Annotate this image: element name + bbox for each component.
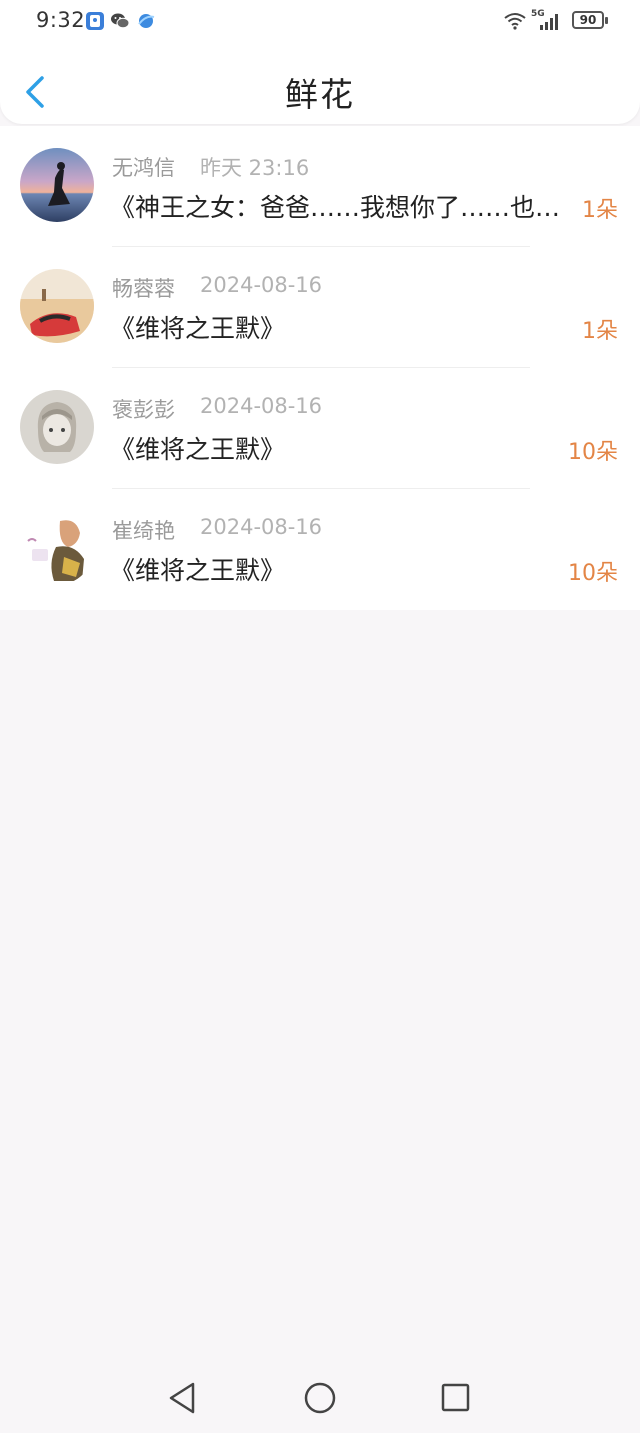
sender-name: 崔绮艳 <box>112 519 175 543</box>
avatar[interactable] <box>20 148 94 222</box>
book-title: 《神王之女：爸爸……我想你了……也想… <box>110 193 570 222</box>
book-title: 《维将之王默》 <box>110 435 286 464</box>
avatar[interactable] <box>20 390 94 464</box>
status-time: 9:32 <box>36 8 86 32</box>
nav-home-icon[interactable] <box>300 1378 340 1418</box>
nav-back-icon[interactable] <box>163 1378 203 1418</box>
notification-app-icon <box>86 12 104 30</box>
wifi-icon <box>504 13 526 30</box>
app-header: 9:32 5G 90 鲜花 <box>0 0 640 124</box>
list-item[interactable]: 畅蓉蓉 2024-08-16 《维将之王默》 1朵 <box>0 247 640 368</box>
avatar-image <box>20 148 94 222</box>
nav-recents-icon[interactable] <box>435 1378 475 1418</box>
page-title: 鲜花 <box>285 75 355 114</box>
list-item[interactable]: 无鸿信 昨天 23:16 《神王之女：爸爸……我想你了……也想… 1朵 <box>0 126 640 247</box>
sender-name: 无鸿信 <box>112 156 175 180</box>
flower-count: 10朵 <box>568 440 618 465</box>
send-time: 2024-08-16 <box>200 394 323 418</box>
battery-indicator: 90 <box>572 11 608 29</box>
sender-name: 畅蓉蓉 <box>112 277 175 301</box>
avatar[interactable] <box>20 269 94 343</box>
send-time: 2024-08-16 <box>200 515 323 539</box>
system-navigation-bar <box>0 1360 640 1433</box>
status-bar: 9:32 5G 90 <box>0 0 640 42</box>
battery-level: 90 <box>579 13 597 27</box>
avatar-image <box>20 269 94 343</box>
flower-count: 10朵 <box>568 561 618 586</box>
flower-record-list: 无鸿信 昨天 23:16 《神王之女：爸爸……我想你了……也想… 1朵 畅蓉蓉 … <box>0 126 640 610</box>
avatar-image <box>20 511 94 585</box>
book-title: 《维将之王默》 <box>110 556 286 585</box>
send-time: 2024-08-16 <box>200 273 323 297</box>
wechat-icon <box>111 13 130 29</box>
book-title: 《维将之王默》 <box>110 314 286 343</box>
avatar[interactable] <box>20 511 94 585</box>
sender-name: 褒彭彭 <box>112 398 175 422</box>
list-item[interactable]: 崔绮艳 2024-08-16 《维将之王默》 10朵 <box>0 489 640 610</box>
send-time: 昨天 23:16 <box>200 156 310 180</box>
flower-count: 1朵 <box>582 198 618 223</box>
avatar-image <box>20 390 94 464</box>
browser-app-icon <box>138 14 155 28</box>
signal-strength-icon <box>540 14 558 30</box>
list-item[interactable]: 褒彭彭 2024-08-16 《维将之王默》 10朵 <box>0 368 640 489</box>
flower-count: 1朵 <box>582 319 618 344</box>
